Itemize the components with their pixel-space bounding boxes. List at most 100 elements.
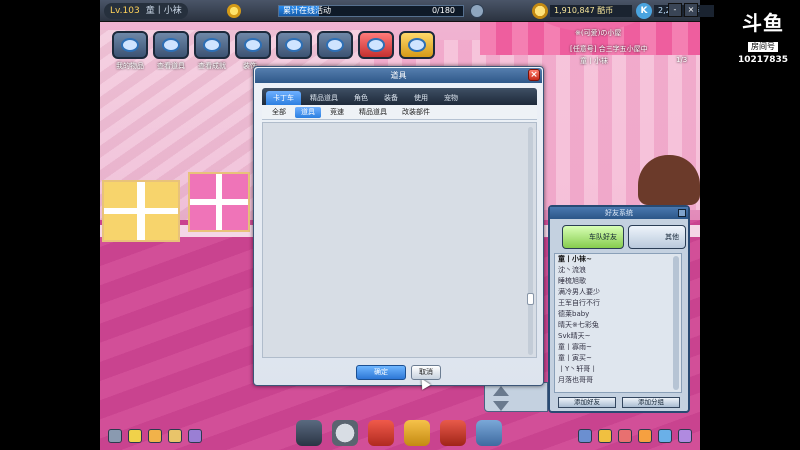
- confirm-button[interactable]: 确定: [356, 365, 406, 380]
- tab-main[interactable]: 角色: [347, 91, 375, 105]
- online-progress: 累计在线活动 0/180: [278, 5, 464, 17]
- gift-box: [102, 180, 180, 242]
- level-text: Lv.103: [110, 6, 140, 16]
- add-group-button[interactable]: 添加分组: [622, 397, 680, 408]
- list-item[interactable]: 月落也哥哥: [555, 375, 681, 386]
- room-owner: 童丨小袜: [580, 57, 608, 65]
- mail-icon[interactable]: [128, 429, 142, 443]
- kart-icon[interactable]: [296, 420, 322, 446]
- question-icon[interactable]: [188, 429, 202, 443]
- heart-icon[interactable]: [618, 429, 632, 443]
- list-item[interactable]: 童丨寡雨~: [555, 342, 681, 353]
- tab-sub[interactable]: 精品道具: [353, 107, 393, 118]
- eye-icon: [121, 38, 139, 52]
- tab-main[interactable]: 卡丁车: [266, 91, 301, 105]
- tab-other[interactable]: 其他: [628, 225, 686, 249]
- douyu-watermark: 斗鱼 房间号 10217835: [733, 12, 793, 65]
- calendar-icon[interactable]: [658, 429, 672, 443]
- friends-scrollbar[interactable]: [673, 256, 679, 390]
- shop-icon[interactable]: [368, 420, 394, 446]
- main-tabs: 卡丁车 精品道具 角色 装备 使用 宠物: [262, 88, 537, 105]
- dialog-title: 道具: [255, 68, 542, 83]
- room-pager[interactable]: 1/3: [676, 56, 687, 64]
- search-eye-icon: [162, 38, 180, 52]
- list-item[interactable]: 童丨寅买~: [555, 353, 681, 364]
- cancel-button[interactable]: 取消: [411, 365, 441, 380]
- help-icon: [408, 38, 426, 52]
- scrollbar-thumb[interactable]: [527, 293, 534, 305]
- ring-icon[interactable]: [227, 4, 241, 18]
- menu-icon[interactable]: [678, 429, 692, 443]
- add-friend-button[interactable]: 添加好友: [558, 397, 616, 408]
- tab-sub[interactable]: 全部: [266, 107, 292, 118]
- k-coin-icon: K: [636, 3, 652, 19]
- close-icon[interactable]: ×: [684, 3, 698, 17]
- list-item[interactable]: 满冷男人要少: [555, 287, 681, 298]
- teddy-bear: [638, 155, 700, 205]
- box-icon[interactable]: [638, 429, 652, 443]
- photo-icon: [285, 38, 303, 52]
- tab-main[interactable]: 宠物: [437, 91, 465, 105]
- sub-tabs: 全部 道具 竞速 精品道具 改装部件: [262, 105, 537, 120]
- garage-icon[interactable]: [404, 420, 430, 446]
- list-item[interactable]: 晴天※七彩兔: [555, 320, 681, 331]
- tab-sub[interactable]: 道具: [295, 106, 321, 118]
- scrollbar-track[interactable]: [528, 127, 533, 355]
- camera-icon[interactable]: [470, 4, 484, 18]
- list-item[interactable]: 丨Y丶轩哥丨: [555, 364, 681, 375]
- view-achievements-button[interactable]: [194, 31, 230, 59]
- items-grid[interactable]: [262, 122, 537, 390]
- list-item[interactable]: 童丨小袜~: [555, 254, 681, 265]
- tab-main[interactable]: 装备: [377, 91, 405, 105]
- view-items-button[interactable]: [153, 31, 189, 59]
- progress-label: 累计在线活动: [283, 6, 331, 15]
- coin-balance: 1,910,847 酷币: [550, 5, 632, 17]
- decor-button[interactable]: [235, 31, 271, 59]
- speedometer-icon[interactable]: [332, 420, 358, 446]
- robot-icon[interactable]: [476, 420, 502, 446]
- list-item[interactable]: 王军自行不行: [555, 298, 681, 309]
- close-icon[interactable]: ×: [528, 69, 540, 81]
- photo-button[interactable]: [276, 31, 312, 59]
- username-text: 童丨小袜: [145, 6, 182, 16]
- notebook-icon[interactable]: [168, 429, 182, 443]
- room-exit-icon: [367, 38, 385, 52]
- tab-sub[interactable]: 竞速: [324, 107, 350, 118]
- magnifier-icon: [326, 38, 344, 52]
- items-dialog: 道具 × 卡丁车 精品道具 角色 装备 使用 宠物 全部 道具 竞速 精品道具 改装部件 确定 取…: [253, 66, 544, 390]
- list-item[interactable]: 沈丶流浪: [555, 265, 681, 276]
- player-badge[interactable]: Lv.103 童丨小袜: [104, 3, 188, 19]
- minimize-button[interactable]: -: [668, 3, 682, 17]
- top-bar: Lv.103 童丨小袜 累计在线活动 0/180 1,910,847 酷币 K …: [100, 0, 714, 22]
- room-number: 10217835: [737, 55, 789, 65]
- close-icon[interactable]: [678, 209, 686, 217]
- toolbox-icon[interactable]: [440, 420, 466, 446]
- list-item[interactable]: Svk晴天~: [555, 331, 681, 342]
- list-item[interactable]: 德莱baby: [555, 309, 681, 320]
- tab-team-friends[interactable]: 车队好友: [562, 225, 624, 249]
- tool-label: 查看道具: [157, 62, 185, 70]
- scroll-down-icon[interactable]: [493, 401, 509, 411]
- magnifier-button[interactable]: [317, 31, 353, 59]
- decor-icon: [244, 38, 262, 52]
- progress-value: 0/180: [431, 6, 455, 15]
- room-name: ※(可爱)の小屋: [575, 29, 622, 37]
- achievement-icon: [203, 38, 221, 52]
- gift-icon[interactable]: [148, 429, 162, 443]
- settings-icon[interactable]: [108, 429, 122, 443]
- tab-main[interactable]: 使用: [407, 91, 435, 105]
- list-item[interactable]: 睡梳旭歌: [555, 276, 681, 287]
- tab-main[interactable]: 精品道具: [303, 91, 345, 105]
- chat-icon[interactable]: [578, 429, 592, 443]
- douyu-logo: 斗鱼: [742, 11, 784, 35]
- star-icon[interactable]: [598, 429, 612, 443]
- help-button[interactable]: [399, 31, 435, 59]
- tab-sub[interactable]: 改装部件: [396, 107, 436, 118]
- my-items-button[interactable]: [112, 31, 148, 59]
- gift-box: [188, 172, 250, 232]
- friends-panel: 好友系统 车队好友 其他 童丨小袜~ 沈丶流浪 睡梳旭歌 满冷男人要少 王军自行…: [548, 205, 690, 413]
- coin-icon: [532, 3, 548, 19]
- scroll-up-icon[interactable]: [493, 386, 509, 396]
- room-label: 房间号: [748, 42, 778, 52]
- exit-room-button[interactable]: [358, 31, 394, 59]
